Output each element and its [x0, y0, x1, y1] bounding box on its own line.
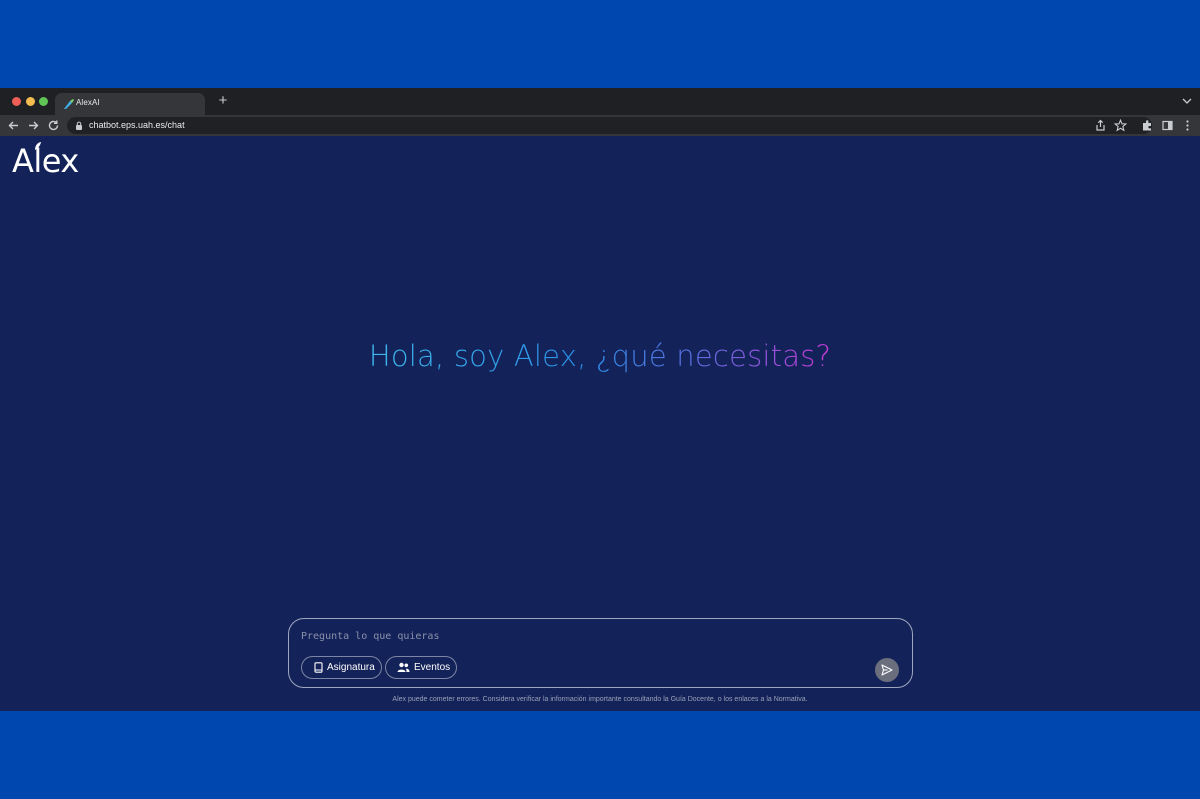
browser-window: AlexAI + chatbot.eps.uah.es/chat Alex Ho… [0, 88, 1200, 711]
minimize-window-button[interactable] [26, 97, 35, 106]
greeting-heading: Hola, soy Alex, ¿qué necesitas? [0, 339, 1200, 373]
extensions-icon[interactable] [1141, 119, 1154, 132]
greeting-text: Hola, soy Alex, ¿qué necesitas? [368, 339, 832, 373]
browser-toolbar: chatbot.eps.uah.es/chat [0, 115, 1200, 136]
maximize-window-button[interactable] [39, 97, 48, 106]
eventos-chip-label: Eventos [414, 662, 451, 673]
tab-title: AlexAI [76, 98, 100, 107]
asignatura-chip-label: Asignatura [327, 662, 375, 673]
close-window-button[interactable] [12, 97, 21, 106]
asignatura-chip-button[interactable]: Asignatura [301, 656, 382, 679]
browser-tab[interactable]: AlexAI [55, 93, 205, 115]
disclaimer-text: Alex puede cometer errores. Considera ve… [392, 696, 808, 703]
kebab-menu-icon[interactable] [1181, 119, 1194, 132]
address-bar[interactable]: chatbot.eps.uah.es/chat [67, 117, 1152, 134]
lock-icon[interactable] [75, 121, 83, 130]
send-button[interactable] [875, 658, 899, 682]
new-tab-button[interactable]: + [216, 92, 230, 110]
favicon-icon [64, 99, 74, 109]
send-icon [881, 664, 893, 676]
tab-bar: AlexAI + [0, 88, 1200, 115]
url-text[interactable]: chatbot.eps.uah.es/chat [89, 120, 185, 130]
bookmark-star-icon[interactable] [1114, 119, 1127, 132]
eventos-chip-button[interactable]: Eventos [385, 656, 457, 679]
tab-list-chevron-icon[interactable] [1182, 97, 1192, 105]
reload-icon[interactable] [47, 119, 60, 132]
users-icon [397, 662, 410, 672]
prompt-input[interactable] [301, 631, 861, 642]
sidepanel-icon[interactable] [1161, 119, 1174, 132]
back-icon[interactable] [7, 119, 20, 132]
book-icon [314, 662, 323, 673]
alex-logo[interactable]: Alex [12, 142, 79, 180]
share-icon[interactable] [1094, 119, 1107, 132]
chat-composer: Asignatura Eventos [288, 618, 913, 688]
chat-page: Alex Hola, soy Alex, ¿qué necesitas? Asi… [0, 136, 1200, 711]
forward-icon[interactable] [27, 119, 40, 132]
logo-leaf-icon [35, 142, 41, 150]
